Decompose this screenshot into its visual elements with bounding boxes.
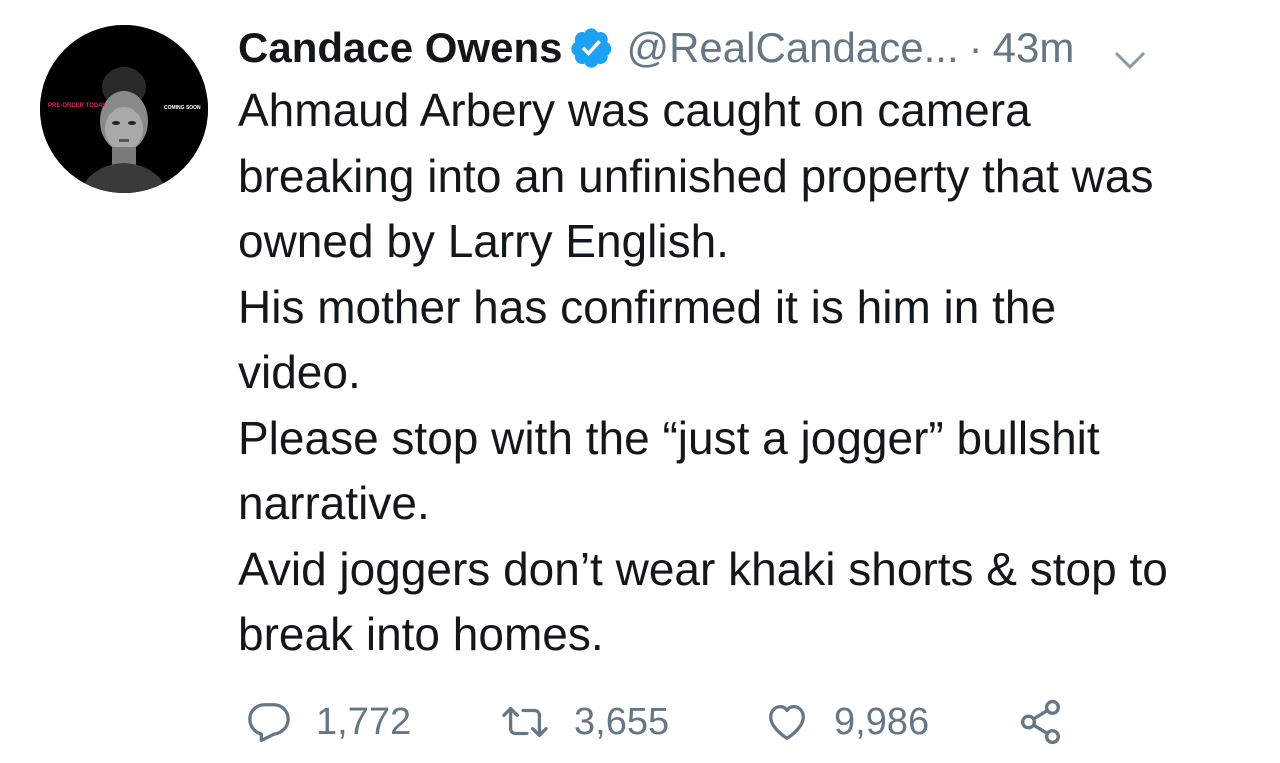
like-button[interactable]: 9,986 xyxy=(764,692,929,752)
chevron-down-icon[interactable] xyxy=(1112,35,1148,70)
tweet-actions: 1,772 3,655 9,986 xyxy=(238,692,1138,752)
separator-dot: · xyxy=(968,24,983,71)
retweet-count: 3,655 xyxy=(574,700,670,743)
avatar-text-right: COMING SOON xyxy=(164,105,201,111)
share-button[interactable] xyxy=(1016,692,1066,752)
tweet-text-line: video. xyxy=(238,346,361,398)
tweet-text-line: narrative. xyxy=(238,477,430,529)
reply-count: 1,772 xyxy=(316,700,412,743)
like-icon xyxy=(764,699,810,745)
display-name[interactable]: Candace Owens xyxy=(238,24,562,72)
tweet-text-line: break into homes. xyxy=(238,608,604,660)
user-handle[interactable]: @RealCandace... xyxy=(626,24,958,72)
reply-icon xyxy=(246,699,292,745)
tweet-text-line: His mother has confirmed it is him in th… xyxy=(238,280,1057,333)
reply-button[interactable]: 1,772 xyxy=(246,692,411,752)
retweet-button[interactable]: 3,655 xyxy=(500,692,669,752)
tweet-text-line: Please stop with the “just a jogger” bul… xyxy=(238,411,1100,464)
tweet-text-line: breaking into an unfinished property tha… xyxy=(238,149,1154,202)
tweet-text-line: owned by Larry English. xyxy=(238,215,729,267)
like-count: 9,986 xyxy=(834,700,930,743)
tweet-text-line: Ahmaud Arbery was caught on camera xyxy=(238,84,1031,136)
avatar-text-left: PRE-ORDER TODAY xyxy=(48,103,106,109)
tweet-header: Candace Owens @RealCandace... · 43m xyxy=(238,20,1258,76)
tweet[interactable]: PRE-ORDER TODAY COMING SOON Candace Owen… xyxy=(0,0,1280,763)
tweet-text: Ahmaud Arbery was caught on camera break… xyxy=(238,78,1268,668)
verified-badge-icon xyxy=(570,26,614,70)
tweet-timestamp[interactable]: 43m xyxy=(993,24,1075,72)
tweet-text-line: Avid joggers don’t wear khaki shorts & s… xyxy=(238,542,1168,595)
avatar[interactable]: PRE-ORDER TODAY COMING SOON xyxy=(40,25,208,193)
share-icon xyxy=(1016,697,1066,747)
retweet-icon xyxy=(500,699,550,745)
